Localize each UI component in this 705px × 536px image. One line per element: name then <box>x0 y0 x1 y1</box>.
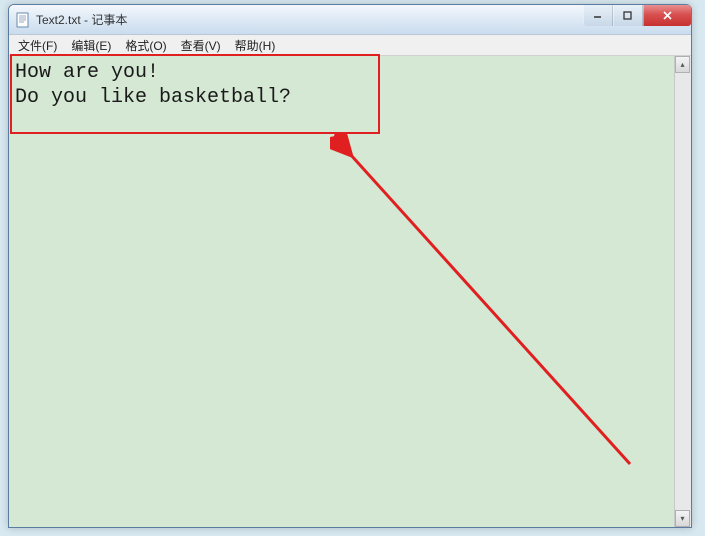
scroll-up-icon[interactable]: ▴ <box>675 56 690 73</box>
menubar: 文件(F) 编辑(E) 格式(O) 查看(V) 帮助(H) <box>9 35 691 56</box>
menu-edit[interactable]: 编辑(E) <box>64 35 118 56</box>
notepad-icon <box>15 12 31 28</box>
menu-format[interactable]: 格式(O) <box>118 35 173 56</box>
window-controls <box>583 5 691 26</box>
menu-view[interactable]: 查看(V) <box>174 35 228 56</box>
vertical-scrollbar[interactable]: ▴ ▾ <box>674 56 691 527</box>
text-editor[interactable]: How are you! Do you like basketball? <box>9 56 674 527</box>
scroll-down-icon[interactable]: ▾ <box>675 510 690 527</box>
menu-help[interactable]: 帮助(H) <box>228 35 283 56</box>
window-title: Text2.txt - 记事本 <box>36 11 583 28</box>
content-area: How are you! Do you like basketball? ▴ ▾ <box>9 56 691 527</box>
menu-file[interactable]: 文件(F) <box>11 35 64 56</box>
close-button[interactable] <box>643 5 691 26</box>
minimize-button[interactable] <box>583 5 613 26</box>
notepad-window: Text2.txt - 记事本 文件(F) 编辑(E) 格式(O) 查看(V) … <box>8 4 692 528</box>
titlebar[interactable]: Text2.txt - 记事本 <box>9 5 691 35</box>
maximize-button[interactable] <box>613 5 643 26</box>
